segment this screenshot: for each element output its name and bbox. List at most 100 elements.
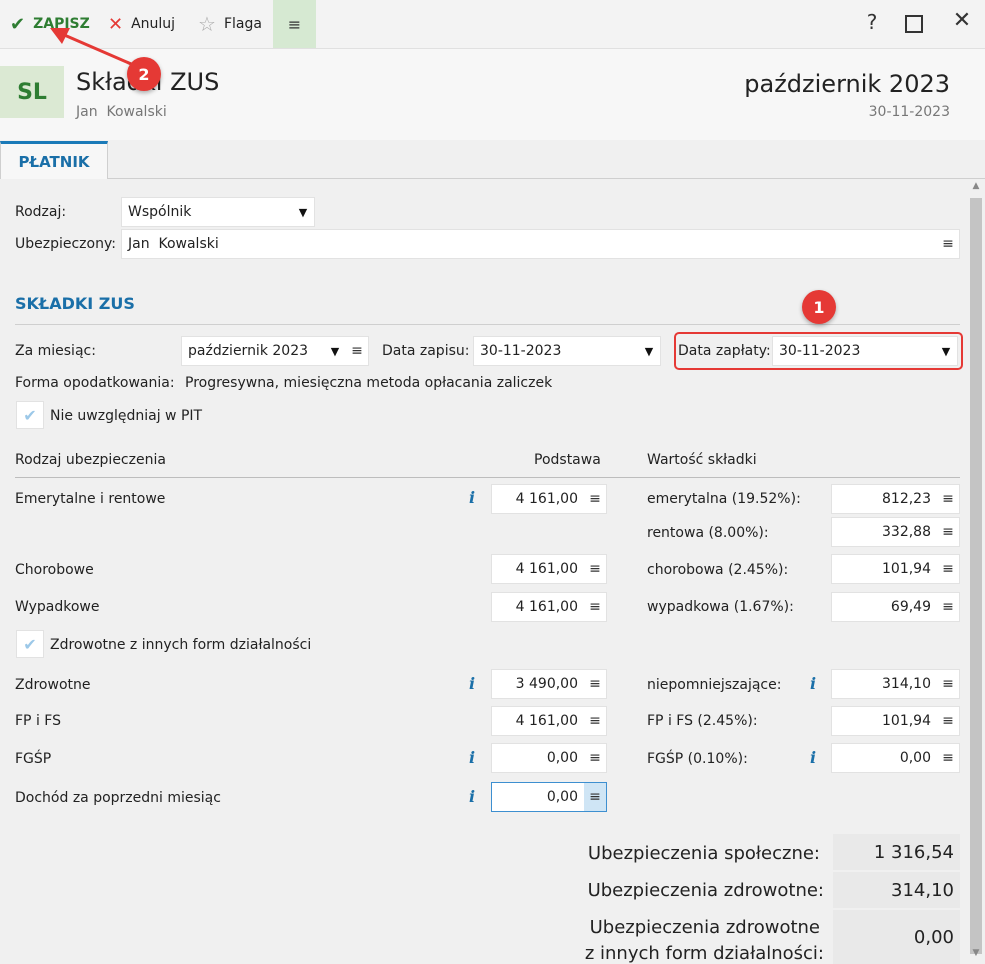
header-period: październik 2023 bbox=[744, 70, 950, 98]
za-miesiac-select[interactable]: październik 2023 ▼ ≡ bbox=[181, 336, 369, 366]
col-wartosc-header: Wartość składki bbox=[647, 452, 757, 468]
scroll-down-icon[interactable]: ▼ bbox=[969, 948, 983, 962]
wypadkowa-value-field[interactable]: 69,49 ≡ bbox=[831, 592, 960, 622]
list-menu-icon[interactable]: ≡ bbox=[584, 561, 606, 577]
list-menu-icon[interactable]: ≡ bbox=[584, 713, 606, 729]
dochod-field[interactable]: 0,00 ≡ bbox=[491, 782, 607, 812]
ubezpieczony-label: Ubezpieczony: bbox=[15, 236, 116, 252]
list-menu-icon[interactable]: ≡ bbox=[584, 750, 606, 766]
za-miesiac-label: Za miesiąc: bbox=[15, 343, 96, 359]
annotation-badge-1: 1 bbox=[802, 290, 836, 324]
header-date: 30-11-2023 bbox=[868, 104, 950, 120]
info-icon[interactable]: i bbox=[810, 748, 816, 767]
chevron-down-icon: ▼ bbox=[941, 344, 951, 358]
checkmark-icon: ✔ bbox=[10, 13, 26, 35]
info-icon[interactable]: i bbox=[469, 488, 475, 507]
data-zapisu-field[interactable]: 30-11-2023 ▼ bbox=[473, 336, 661, 366]
list-menu-icon[interactable]: ≡ bbox=[937, 524, 959, 540]
data-zapisu-label: Data zapisu: bbox=[382, 343, 470, 359]
fp-skladka-label: FP i FS (2.45%): bbox=[647, 713, 758, 729]
forma-value: Progresywna, miesięczna metoda opłacania… bbox=[185, 375, 553, 391]
emerytalne-label: Emerytalne i rentowe bbox=[15, 491, 166, 507]
list-menu-icon[interactable]: ≡ bbox=[584, 491, 606, 507]
list-menu-icon[interactable]: ≡ bbox=[584, 599, 606, 615]
nie-pit-label: Nie uwzględniaj w PIT bbox=[50, 408, 203, 424]
chorobowe-podstawa-field[interactable]: 4 161,00 ≡ bbox=[491, 554, 607, 584]
zdrowotne-inne-checkbox[interactable]: ✔ bbox=[16, 630, 44, 658]
list-menu-icon[interactable]: ≡ bbox=[584, 676, 606, 692]
summary-spoleczne-value: 1 316,54 bbox=[833, 834, 960, 870]
emerytalna-value-field[interactable]: 812,23 ≡ bbox=[831, 484, 960, 514]
hamburger-icon: ≡ bbox=[287, 14, 302, 34]
fgsp-skladka-value-field[interactable]: 0,00 ≡ bbox=[831, 743, 960, 773]
summary-zdrowotne-inne-value: 0,00 bbox=[833, 910, 960, 964]
info-icon[interactable]: i bbox=[810, 674, 816, 693]
list-menu-icon[interactable]: ≡ bbox=[346, 343, 368, 359]
fgsp-podstawa-field[interactable]: 0,00 ≡ bbox=[491, 743, 607, 773]
close-window-button[interactable]: ✕ bbox=[950, 8, 974, 38]
tab-bar bbox=[0, 141, 985, 179]
wypadkowe-podstawa-field[interactable]: 4 161,00 ≡ bbox=[491, 592, 607, 622]
chevron-down-icon: ▼ bbox=[298, 205, 308, 219]
zdrowotne-inne-label: Zdrowotne z innych form działalności bbox=[50, 637, 312, 653]
zdrowotne-podstawa-field[interactable]: 3 490,00 ≡ bbox=[491, 669, 607, 699]
ubezpieczony-field[interactable]: Jan Kowalski ≡ bbox=[121, 229, 960, 259]
list-menu-icon[interactable]: ≡ bbox=[584, 783, 606, 811]
fp-skladka-value-field[interactable]: 101,94 ≡ bbox=[831, 706, 960, 736]
emerytalne-podstawa-field[interactable]: 4 161,00 ≡ bbox=[491, 484, 607, 514]
dochod-label: Dochód za poprzedni miesiąc bbox=[15, 790, 221, 806]
fp-podstawa-field[interactable]: 4 161,00 ≡ bbox=[491, 706, 607, 736]
col-rodzaj-header: Rodzaj ubezpieczenia bbox=[15, 452, 166, 468]
star-icon: ☆ bbox=[198, 12, 216, 36]
maximize-button[interactable] bbox=[905, 15, 923, 33]
scrollbar-thumb[interactable] bbox=[970, 198, 982, 954]
fp-label: FP i FS bbox=[15, 713, 61, 729]
page-subtitle: Jan Kowalski bbox=[76, 104, 167, 120]
niepomniejszajace-label: niepomniejszające: bbox=[647, 677, 782, 693]
rentowa-value-field[interactable]: 332,88 ≡ bbox=[831, 517, 960, 547]
list-menu-icon[interactable]: ≡ bbox=[937, 750, 959, 766]
section-divider bbox=[15, 324, 960, 325]
rodzaj-select[interactable]: Wspólnik ▼ bbox=[121, 197, 315, 227]
list-menu-icon[interactable]: ≡ bbox=[937, 491, 959, 507]
col-podstawa-header: Podstawa bbox=[534, 452, 601, 468]
summary-zdrowotne-value: 314,10 bbox=[833, 872, 960, 908]
data-zaplaty-field[interactable]: 30-11-2023 ▼ bbox=[772, 336, 958, 366]
info-icon[interactable]: i bbox=[469, 674, 475, 693]
tab-platnik[interactable]: PŁATNIK bbox=[0, 141, 108, 179]
checkmark-icon: ✔ bbox=[23, 634, 37, 654]
zdrowotne-label: Zdrowotne bbox=[15, 677, 91, 693]
info-icon[interactable]: i bbox=[469, 787, 475, 806]
list-menu-icon[interactable]: ≡ bbox=[937, 676, 959, 692]
chorobowe-label: Chorobowe bbox=[15, 562, 94, 578]
list-menu-icon[interactable]: ≡ bbox=[937, 713, 959, 729]
scroll-up-icon[interactable]: ▲ bbox=[969, 181, 983, 195]
close-icon: ✕ bbox=[952, 8, 972, 33]
chevron-down-icon: ▼ bbox=[330, 344, 340, 358]
list-menu-icon[interactable]: ≡ bbox=[937, 561, 959, 577]
chorobowa-value-field[interactable]: 101,94 ≡ bbox=[831, 554, 960, 584]
info-icon[interactable]: i bbox=[469, 748, 475, 767]
flag-button[interactable]: ☆ Flaga bbox=[198, 0, 262, 48]
chorobowa-label: chorobowa (2.45%): bbox=[647, 562, 789, 578]
summary-zdrowotne-inne-label-1: Ubezpieczenia zdrowotne bbox=[589, 917, 820, 938]
help-button[interactable]: ? bbox=[862, 10, 882, 38]
summary-zdrowotne-label: Ubezpieczenia zdrowotne: bbox=[587, 880, 824, 901]
checkmark-icon: ✔ bbox=[23, 405, 37, 425]
rodzaj-label: Rodzaj: bbox=[15, 204, 67, 220]
nie-pit-checkbox[interactable]: ✔ bbox=[16, 401, 44, 429]
summary-zdrowotne-inne-label-2: z innych form działalności: bbox=[584, 943, 824, 964]
list-menu-icon[interactable]: ≡ bbox=[937, 599, 959, 615]
fgsp-label: FGŚP bbox=[15, 751, 52, 767]
list-menu-icon[interactable]: ≡ bbox=[937, 236, 959, 252]
forma-label: Forma opodatkowania: bbox=[15, 375, 175, 391]
niepomniejszajace-value-field[interactable]: 314,10 ≡ bbox=[831, 669, 960, 699]
wypadkowa-label: wypadkowa (1.67%): bbox=[647, 599, 794, 615]
chevron-down-icon: ▼ bbox=[644, 344, 654, 358]
rentowa-label: rentowa (8.00%): bbox=[647, 525, 769, 541]
menu-button[interactable]: ≡ bbox=[273, 0, 316, 48]
data-zaplaty-label: Data zapłaty: bbox=[678, 343, 771, 359]
table-header-divider bbox=[15, 477, 960, 478]
annotation-badge-2: 2 bbox=[127, 57, 161, 91]
summary-spoleczne-label: Ubezpieczenia społeczne: bbox=[587, 843, 820, 864]
